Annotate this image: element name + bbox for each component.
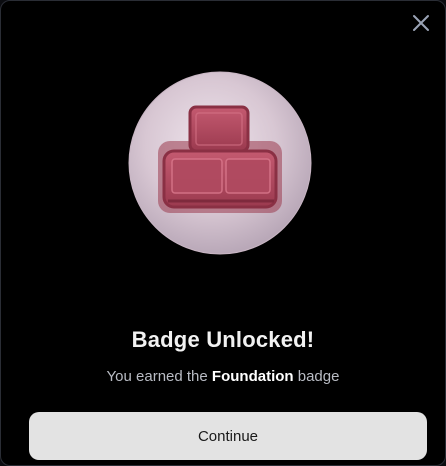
subtitle-prefix: You earned the [106,368,208,385]
dialog-title: Badge Unlocked! [131,327,315,352]
close-button[interactable] [411,13,431,33]
continue-button[interactable]: Continue [29,412,427,460]
close-icon [413,15,429,31]
badge-unlocked-dialog: Badge Unlocked! You earned the Foundatio… [0,0,446,466]
dialog-subtitle: You earned the Foundation badge [1,368,445,385]
bricks-icon [128,71,312,255]
subtitle-suffix: badge [297,368,340,385]
badge-name: Foundation [211,368,294,385]
badge-image [128,71,312,255]
